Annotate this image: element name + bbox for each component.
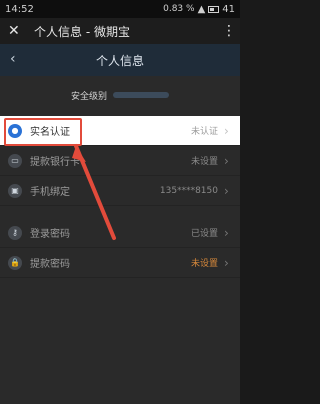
security-level: 安全级别	[0, 76, 240, 114]
app-bar: ✕ 个人信息 - 微期宝 ⋮	[0, 18, 240, 44]
user-id-icon: ●	[8, 123, 22, 138]
row-label: 登录密码	[30, 229, 70, 240]
status-battery-text: 0.83 %	[163, 4, 195, 14]
row-label: 实名认证	[30, 127, 70, 138]
app-title: 个人信息 - 微期宝	[34, 24, 130, 39]
page-header: ‹ 个人信息	[0, 44, 240, 76]
bank-card-icon: ▭	[8, 153, 22, 168]
close-icon[interactable]: ✕	[8, 23, 26, 39]
row-withdraw-password[interactable]: 🔒 提款密码 未设置 ›	[0, 248, 240, 278]
row-label: 提款密码	[30, 259, 70, 270]
row-value: 未设置	[190, 157, 218, 167]
security-level-label: 安全级别	[70, 91, 107, 102]
row-value: 135****8150	[159, 185, 218, 196]
status-right: 0.83 % ▲ 41	[163, 4, 235, 15]
chevron-right-icon: ›	[224, 255, 229, 270]
battery-level: 41	[222, 3, 235, 15]
phone-icon: ▣	[8, 183, 22, 198]
row-phone[interactable]: ▣ 手机绑定 135****8150 ›	[0, 176, 240, 206]
wifi-icon: ▲	[197, 3, 206, 15]
settings-list: ● 实名认证 未认证 › ▭ 提款银行卡 未设置 › ▣ 手机绑定 135***…	[0, 116, 240, 278]
lock-icon: 🔒	[8, 255, 22, 270]
status-bar: 14:52 0.83 % ▲ 41	[0, 0, 240, 18]
content: 安全级别 ● 实名认证 未认证 › ▭ 提款银行卡 未设置 › ▣ 手机绑定 1…	[0, 76, 240, 404]
page-title: 个人信息	[95, 53, 144, 68]
row-real-name[interactable]: ● 实名认证 未认证 ›	[0, 116, 240, 146]
row-value: 已设置	[190, 229, 218, 239]
chevron-right-icon: ›	[224, 123, 229, 138]
chevron-left-icon[interactable]: ‹	[10, 51, 16, 67]
row-bank-card[interactable]: ▭ 提款银行卡 未设置 ›	[0, 146, 240, 176]
status-time: 14:52	[5, 3, 34, 15]
chevron-right-icon: ›	[224, 153, 229, 168]
security-level-bar	[113, 92, 169, 98]
chevron-right-icon: ›	[224, 225, 229, 240]
row-login-password[interactable]: ⚷ 登录密码 已设置 ›	[0, 218, 240, 248]
battery-icon	[208, 5, 220, 13]
row-label: 手机绑定	[30, 187, 70, 198]
chevron-right-icon: ›	[224, 183, 229, 198]
more-vert-icon[interactable]: ⋮	[222, 23, 236, 39]
row-label: 提款银行卡	[30, 157, 80, 168]
key-icon: ⚷	[8, 225, 22, 240]
row-value: 未设置	[190, 259, 218, 269]
row-value: 未认证	[190, 127, 218, 137]
